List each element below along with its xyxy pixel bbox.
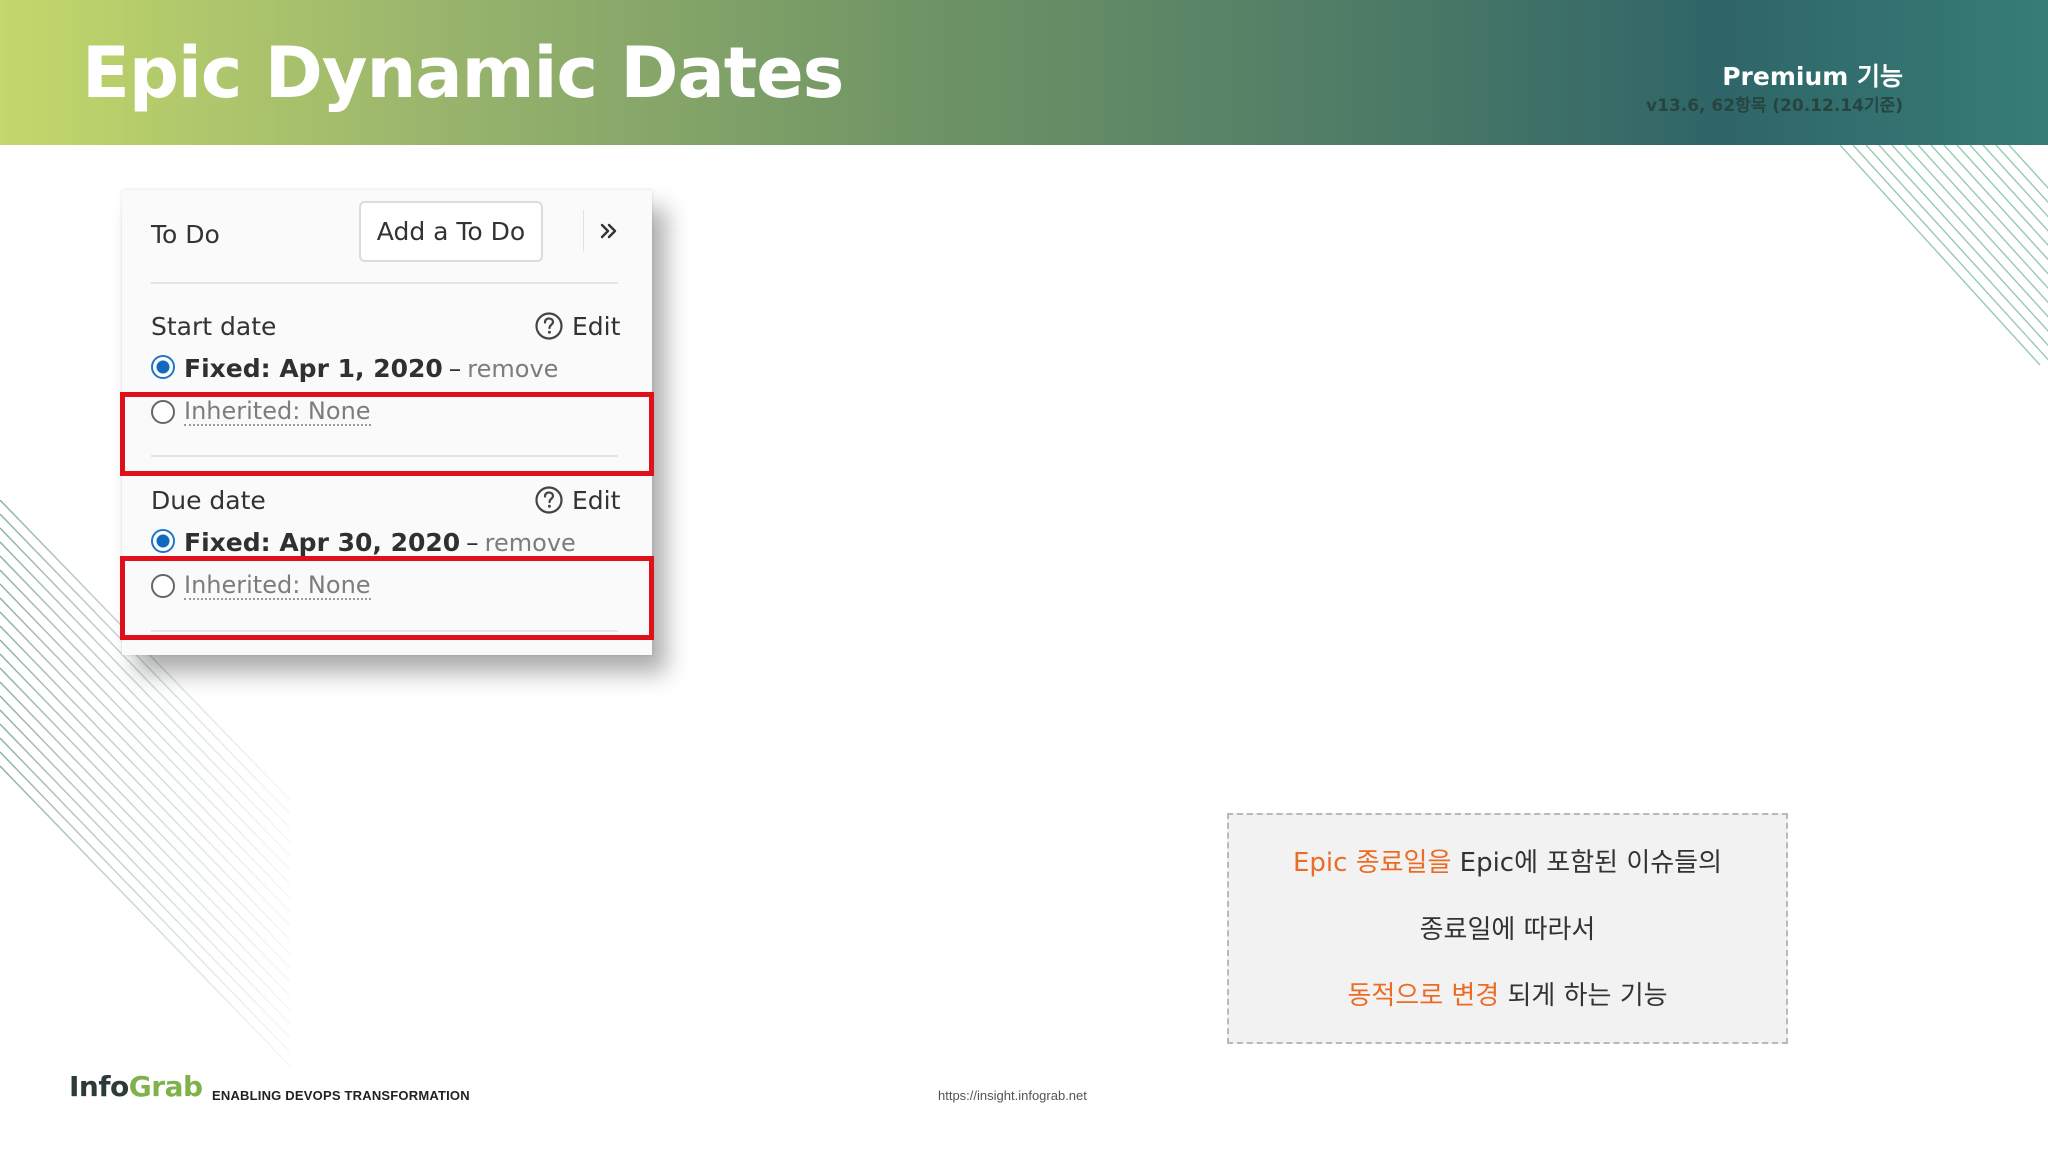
divider <box>151 282 618 284</box>
decorative-lines-top-right <box>1840 145 2048 366</box>
start-date-fixed-radio[interactable] <box>151 355 175 379</box>
start-date-remove-link[interactable]: remove <box>467 355 558 383</box>
separator-dash: – <box>448 354 462 383</box>
question-circle-icon <box>535 486 563 514</box>
due-date-fixed-radio[interactable] <box>151 529 175 553</box>
logo-info-text: Info <box>69 1070 129 1103</box>
start-date-inherited-radio[interactable] <box>151 400 175 424</box>
start-date-fixed-line: Fixed: Apr 1, 2020 – remove <box>184 354 558 383</box>
description-line-2: 종료일에 따라서 <box>1419 915 1596 945</box>
header-banner: Epic Dynamic Dates Premium 기능 v13.6, 62항… <box>0 0 2048 145</box>
divider <box>151 630 618 632</box>
question-circle-icon <box>535 312 563 340</box>
page-title: Epic Dynamic Dates <box>82 32 844 114</box>
start-date-inherited-value[interactable]: Inherited: None <box>184 398 371 427</box>
due-date-inherited-radio[interactable] <box>151 574 175 598</box>
due-date-fixed-line: Fixed: Apr 30, 2020 – remove <box>184 528 576 557</box>
logo-grab-text: Grab <box>128 1070 203 1103</box>
start-date-fixed-value: Fixed: Apr 1, 2020 <box>184 354 443 383</box>
epic-sidebar-panel: To Do Add a To Do Start date Edit Fixed:… <box>122 190 652 655</box>
footer-url-link[interactable]: https://insight.infograb.net <box>938 1089 1087 1102</box>
description-text: 되게 하는 기능 <box>1499 981 1668 1011</box>
todo-label: To Do <box>151 220 220 249</box>
add-todo-button[interactable]: Add a To Do <box>359 201 543 262</box>
due-date-fixed-value: Fixed: Apr 30, 2020 <box>184 528 461 557</box>
separator-dash: – <box>466 528 479 557</box>
due-date-remove-link[interactable]: remove <box>485 529 576 557</box>
divider <box>151 455 618 457</box>
description-line-3: 동적으로 변경 되게 하는 기능 <box>1229 983 1786 1009</box>
due-date-inherited-value[interactable]: Inherited: None <box>184 572 371 601</box>
description-text: Epic에 포함된 이슈들의 <box>1451 848 1722 878</box>
divider <box>583 210 584 252</box>
version-note: v13.6, 62항목 (20.12.14기준) <box>1646 96 1903 116</box>
description-accent: 동적으로 변경 <box>1347 981 1500 1011</box>
description-accent: Epic 종료일을 <box>1292 848 1452 878</box>
chevron-double-right-icon[interactable] <box>597 220 621 242</box>
due-date-edit-button[interactable]: Edit <box>534 485 620 515</box>
description-callout: Epic 종료일을 Epic에 포함된 이슈들의 종료일에 따라서 동적으로 변… <box>1227 813 1788 1044</box>
infograb-logo: InfoGrab <box>69 1073 203 1101</box>
edit-label: Edit <box>572 311 621 341</box>
start-date-edit-button[interactable]: Edit <box>534 311 620 341</box>
start-date-label: Start date <box>151 312 277 341</box>
due-date-label: Due date <box>151 486 266 515</box>
description-line-1: Epic 종료일을 Epic에 포함된 이슈들의 <box>1229 850 1786 876</box>
premium-badge: Premium 기능 <box>1722 62 1903 91</box>
edit-label: Edit <box>572 485 621 515</box>
footer-tagline: ENABLING DEVOPS TRANSFORMATION <box>212 1088 470 1103</box>
